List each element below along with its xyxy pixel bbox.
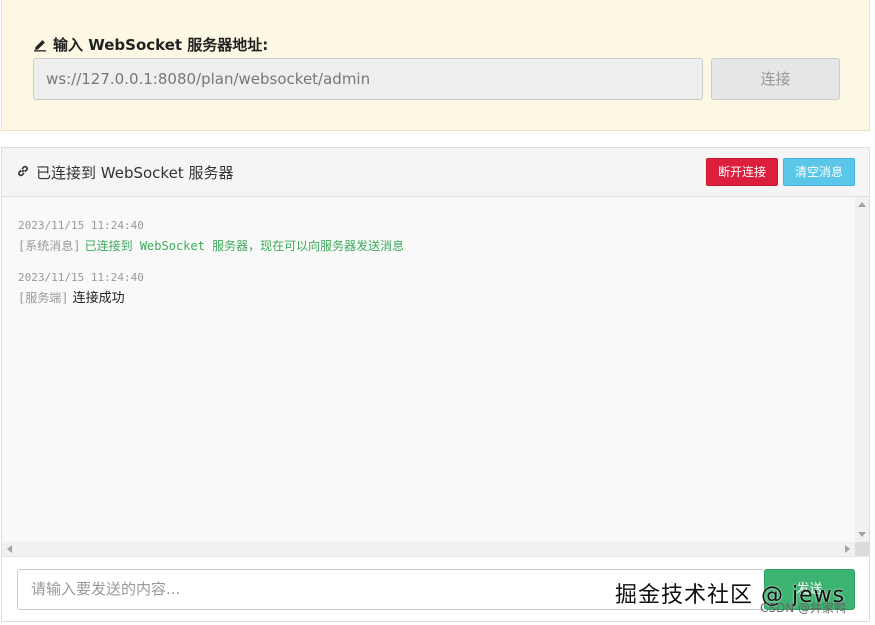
message-timestamp: 2023/11/15 11:24:40 [18, 219, 144, 232]
message-line: [服务端] 连接成功 [18, 287, 848, 309]
server-address-label-row: 输入 WebSocket 服务器地址: [33, 34, 268, 55]
link-icon [16, 164, 30, 182]
horizontal-scrollbar[interactable] [2, 542, 855, 556]
pencil-icon [33, 38, 47, 52]
message-log[interactable]: 2023/11/15 11:24:40 [系统消息] 已连接到 WebSocke… [2, 197, 869, 542]
scroll-down-arrow-icon[interactable] [858, 532, 866, 537]
server-address-panel: 输入 WebSocket 服务器地址: ws://127.0.0.1:8080/… [1, 0, 870, 131]
message-text: 连接成功 [72, 291, 125, 306]
message-panel: 已连接到 WebSocket 服务器 断开连接 清空消息 2023/11/15 … [1, 147, 870, 622]
scrollbar-corner [855, 542, 869, 556]
scroll-left-arrow-icon[interactable] [7, 545, 12, 553]
message-tag: [服务端] [18, 291, 69, 305]
server-address-label: 输入 WebSocket 服务器地址: [53, 36, 269, 54]
connection-status-text: 已连接到 WebSocket 服务器 [36, 164, 234, 182]
message-item: 2023/11/15 11:24:40 [系统消息] 已连接到 WebSocke… [18, 217, 848, 257]
connection-status: 已连接到 WebSocket 服务器 [16, 162, 233, 183]
scroll-up-arrow-icon[interactable] [858, 202, 866, 207]
message-line: [系统消息] 已连接到 WebSocket 服务器，现在可以向服务器发送消息 [18, 235, 848, 257]
panel-header: 已连接到 WebSocket 服务器 断开连接 清空消息 [2, 148, 869, 197]
connect-button[interactable]: 连接 [711, 58, 840, 100]
message-timestamp: 2023/11/15 11:24:40 [18, 271, 144, 284]
message-text: 已连接到 WebSocket 服务器，现在可以向服务器发送消息 [84, 239, 405, 253]
message-list: 2023/11/15 11:24:40 [系统消息] 已连接到 WebSocke… [18, 217, 848, 321]
disconnect-button[interactable]: 断开连接 [706, 158, 778, 186]
message-item: 2023/11/15 11:24:40 [服务端] 连接成功 [18, 269, 848, 309]
scroll-right-arrow-icon[interactable] [845, 545, 850, 553]
message-tag: [系统消息] [18, 239, 81, 253]
watermark-sub: CSDN @井家鸭 [760, 601, 847, 615]
vertical-scrollbar[interactable] [855, 197, 869, 542]
server-url-input[interactable]: ws://127.0.0.1:8080/plan/websocket/admin [33, 58, 703, 100]
clear-messages-button[interactable]: 清空消息 [783, 158, 855, 186]
